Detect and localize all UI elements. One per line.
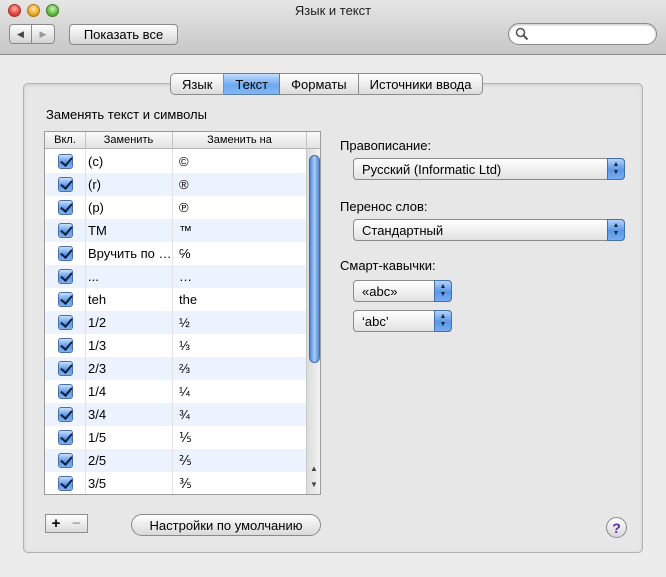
enabled-checkbox[interactable] — [58, 430, 73, 445]
enabled-checkbox[interactable] — [58, 338, 73, 353]
smart-quotes-label: Смарт-кавычки: — [340, 258, 436, 273]
enabled-checkbox[interactable] — [58, 476, 73, 491]
replace-cell[interactable]: 2/5 — [88, 453, 172, 468]
popup-arrows-icon: ▲ ▼ — [434, 280, 452, 302]
replacements-table[interactable]: Вкл. Заменить Заменить на (c) © (r) ® (p) ℗ TM… — [44, 131, 321, 495]
replace-cell[interactable]: 3/5 — [88, 476, 172, 491]
with-cell[interactable]: ™ — [179, 223, 192, 238]
replace-cell[interactable]: TM — [88, 223, 172, 238]
enabled-checkbox[interactable] — [58, 177, 73, 192]
with-cell[interactable]: © — [179, 154, 189, 169]
with-cell[interactable]: ⅓ — [179, 338, 190, 353]
tab-input-sources[interactable]: Источники ввода — [358, 73, 484, 95]
window-toolbar: Язык и текст ◀ ▶ Показать все — [0, 0, 666, 55]
enabled-checkbox[interactable] — [58, 246, 73, 261]
remove-replacement-button[interactable]: − — [66, 514, 88, 533]
replace-cell[interactable]: 1/4 — [88, 384, 172, 399]
hyphenation-value: Стандартный — [362, 222, 444, 238]
vertical-scrollbar[interactable]: ▲ ▼ — [306, 149, 320, 494]
with-cell[interactable]: ⅔ — [179, 361, 190, 376]
add-replacement-button[interactable]: + — [45, 514, 67, 533]
with-cell[interactable]: ⅖ — [179, 453, 192, 469]
replace-cell[interactable]: (r) — [88, 177, 172, 192]
double-quotes-select[interactable]: «abc» ▲ ▼ — [353, 280, 452, 302]
enabled-checkbox[interactable] — [58, 223, 73, 238]
with-cell[interactable]: ¾ — [179, 407, 190, 422]
enabled-checkbox[interactable] — [58, 407, 73, 422]
enabled-checkbox[interactable] — [58, 154, 73, 169]
spelling-value: Русский (Informatic Ltd) — [362, 161, 502, 177]
replace-cell[interactable]: ... — [88, 269, 172, 284]
replace-cell[interactable]: Вручить по … — [88, 246, 172, 261]
popup-arrows-icon: ▲ ▼ — [607, 219, 625, 241]
search-input[interactable] — [508, 23, 657, 45]
enabled-checkbox[interactable] — [58, 384, 73, 399]
table-header: Вкл. Заменить Заменить на — [45, 132, 320, 149]
replace-cell[interactable]: (p) — [88, 200, 172, 215]
tab-language[interactable]: Язык — [170, 73, 225, 95]
column-line — [172, 149, 173, 494]
enabled-checkbox[interactable] — [58, 361, 73, 376]
chevron-right-icon: ▶ — [39, 28, 47, 39]
column-header-replace[interactable]: Заменить — [85, 134, 172, 146]
spelling-select[interactable]: Русский (Informatic Ltd) ▲ ▼ — [353, 158, 625, 180]
enabled-checkbox[interactable] — [58, 453, 73, 468]
scroll-down-arrow-icon[interactable]: ▼ — [310, 480, 318, 489]
with-cell[interactable]: ® — [179, 177, 189, 192]
popup-arrows-icon: ▲ ▼ — [607, 158, 625, 180]
back-button[interactable]: ◀ — [9, 24, 32, 44]
show-all-button[interactable]: Показать все — [69, 24, 178, 45]
column-divider — [306, 132, 307, 149]
window-title: Язык и текст — [294, 3, 372, 18]
forward-button[interactable]: ▶ — [32, 24, 55, 44]
chevron-left-icon: ◀ — [17, 28, 24, 39]
with-cell[interactable]: ℗ — [179, 200, 189, 215]
replace-cell[interactable]: 1/3 — [88, 338, 172, 353]
popup-arrows-icon: ▲ ▼ — [434, 310, 452, 332]
enabled-checkbox[interactable] — [58, 269, 73, 284]
with-cell[interactable]: … — [179, 269, 192, 284]
scroll-thumb[interactable] — [309, 155, 320, 363]
single-quotes-select[interactable]: ‘abc’ ▲ ▼ — [353, 310, 452, 332]
tab-text[interactable]: Текст — [224, 73, 281, 95]
scroll-up-arrow-icon[interactable]: ▲ — [310, 464, 318, 473]
with-cell[interactable]: ⅕ — [179, 430, 192, 446]
enabled-checkbox[interactable] — [58, 315, 73, 330]
hyphenation-label: Перенос слов: — [340, 199, 428, 214]
replace-cell[interactable]: teh — [88, 292, 172, 307]
spelling-label: Правописание: — [340, 138, 432, 153]
section-label: Заменять текст и символы — [46, 107, 207, 122]
replace-cell[interactable]: 1/5 — [88, 430, 172, 445]
search-icon — [515, 27, 529, 41]
with-cell[interactable]: ¼ — [179, 384, 190, 399]
enabled-checkbox[interactable] — [58, 200, 73, 215]
tab-formats[interactable]: Форматы — [280, 73, 359, 95]
restore-defaults-button[interactable]: Настройки по умолчанию — [131, 514, 321, 536]
with-cell[interactable]: the — [179, 292, 197, 307]
replace-cell[interactable]: 1/2 — [88, 315, 172, 330]
column-header-enabled[interactable]: Вкл. — [45, 134, 85, 146]
replace-cell[interactable]: 2/3 — [88, 361, 172, 376]
replace-cell[interactable]: 3/4 — [88, 407, 172, 422]
replace-cell[interactable]: (c) — [88, 154, 172, 169]
double-quotes-value: «abc» — [362, 283, 398, 299]
with-cell[interactable]: ℅ — [179, 246, 191, 261]
with-cell[interactable]: ⅗ — [179, 476, 192, 492]
enabled-checkbox[interactable] — [58, 292, 73, 307]
help-button[interactable]: ? — [606, 517, 627, 538]
column-header-with[interactable]: Заменить на — [173, 134, 306, 146]
column-line — [85, 149, 86, 494]
hyphenation-select[interactable]: Стандартный ▲ ▼ — [353, 219, 625, 241]
single-quotes-value: ‘abc’ — [362, 313, 389, 329]
tab-bar: Язык Текст Форматы Источники ввода — [170, 73, 484, 95]
with-cell[interactable]: ½ — [179, 315, 190, 330]
